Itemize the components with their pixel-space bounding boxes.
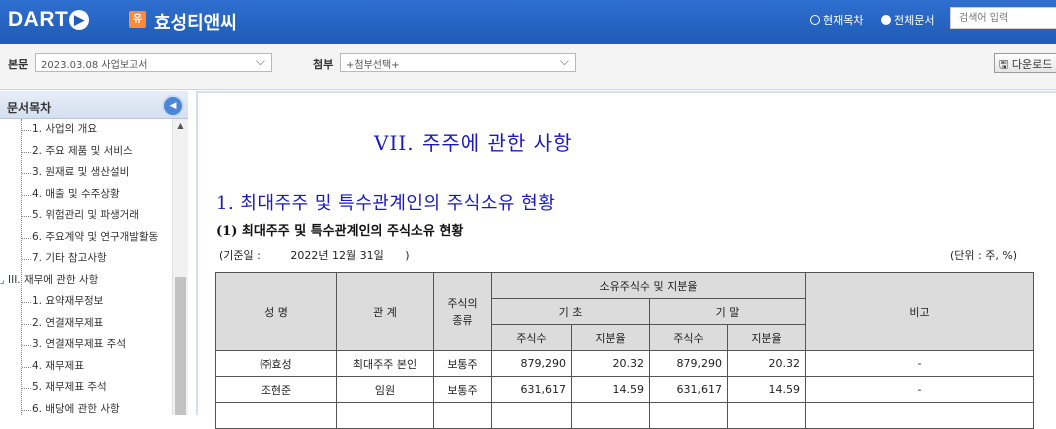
col-end-shares: 주식수 [649,324,728,351]
toc-item[interactable]: 3. 연결재무제표 주석 [0,334,172,356]
toc-item[interactable]: 4. 재무제표 [0,356,172,378]
col-stock-type: 주식의 종류 [433,272,492,351]
search-input[interactable] [950,7,1056,29]
toc-sidebar: 문서목차 ◀ 1. 사업의 개요 2. 주요 제품 및 서비스 3. 원재료 및… [0,91,188,415]
company-name: 효성티앤씨 [154,13,237,34]
table-row: 조현준 임원 보통주 631,617 14.59 631,617 14.59 - [215,376,1034,403]
toc-list: 1. 사업의 개요 2. 주요 제품 및 서비스 3. 원재료 및 생산설비 4… [0,119,172,415]
col-begin: 기 초 [491,298,650,325]
logo-text-end: T [55,8,69,31]
section-heading: 1. 최대주주 및 특수관계인의 주식소유 현황 [216,193,556,214]
toc-item[interactable]: 4. 매출 및 수주상황 [0,184,172,206]
logo-mark-icon: ▶ [69,10,90,30]
chevron-left-icon: ◀ [169,101,177,111]
radio-all-document[interactable]: 전체문서 [881,12,934,28]
attach-label: 첨부 [313,58,334,71]
logo-text: DAR [8,8,55,31]
attachment-select[interactable]: +첨부선택+ ⌵ [340,53,576,72]
col-end: 기 말 [649,298,806,325]
toc-item[interactable]: 3. 원재료 및 생산설비 [0,162,172,184]
unit-label: (단위 : 주, %) [950,249,1018,262]
basis-date: (기준일 : 2022년 12월 31일 ) [219,249,410,262]
toc-item[interactable]: 5. 재무제표 주석 [0,377,172,399]
toc-scrollbar[interactable]: ▲ [172,119,188,415]
col-name: 성 명 [215,272,337,351]
col-relation: 관 계 [336,272,434,351]
corp-type-badge: 유 [129,11,146,28]
radio-on-icon [881,15,891,25]
report-select[interactable]: 2023.03.08 사업보고서 ⌵ [35,53,272,72]
toc-item[interactable]: 2. 연결재무제표 [0,313,172,335]
scroll-up-arrow-icon[interactable]: ▲ [173,119,188,133]
col-begin-ratio: 지분율 [571,324,650,351]
document-title: VII. 주주에 관한 사항 [374,131,573,155]
toc-item[interactable]: 6. 주요계약 및 연구개발활동 [0,227,172,249]
top-header: DART ▶ 유 효성티앤씨 현재목차 전체문서 [0,0,1056,44]
sub-heading: (1) 최대주주 및 특수관계인의 주식소유 현황 [216,224,464,239]
radio-current-toc[interactable]: 현재목차 [810,12,863,28]
col-end-ratio: 지분율 [727,324,806,351]
col-ownership: 소유주식수 및 지분율 [491,272,806,299]
col-begin-shares: 주식수 [491,324,572,351]
toc-item[interactable]: 1. 요약재무정보 [0,291,172,313]
collapse-sidebar-button[interactable]: ◀ [162,95,184,117]
dart-logo[interactable]: DART ▶ [8,8,90,32]
main-doc-label: 본문 [8,58,29,71]
download-button[interactable]: 🖫 다운로드 [994,53,1056,73]
toc-item[interactable]: 7. 기타 참고사항 [0,248,172,270]
table-row [215,402,1034,429]
toc-item[interactable]: 2. 주요 제품 및 서비스 [0,141,172,163]
radio-off-icon [810,15,820,25]
toc-title: 문서목차 [7,101,52,115]
scroll-thumb[interactable] [175,277,186,415]
document-toolbar: 본문 2023.03.08 사업보고서 ⌵ 첨부 +첨부선택+ ⌵ 🖫 다운로드 [0,44,1056,90]
shareholder-table: 성 명 관 계 주식의 종류 소유주식수 및 지분율 비고 기 초 기 말 주식… [215,272,1034,429]
toc-header: 문서목차 ◀ [0,91,188,119]
table-row: ㈜효성 최대주주 본인 보통주 879,290 20.32 879,290 20… [215,350,1034,377]
chevron-down-icon: ⌵ [255,54,265,68]
toc-section-item[interactable]: ⌟ III. 재무에 관한 사항 [0,270,172,292]
toc-item[interactable]: 5. 위험관리 및 파생거래 [0,205,172,227]
tree-expand-icon: ⌟ [0,274,5,286]
download-icon: 🖫 [999,58,1009,71]
toc-item[interactable]: 6. 배당에 관한 사항 [0,399,172,416]
col-note: 비고 [805,272,1034,351]
toc-item[interactable]: 1. 사업의 개요 [0,119,172,141]
chevron-down-icon: ⌵ [559,54,569,68]
